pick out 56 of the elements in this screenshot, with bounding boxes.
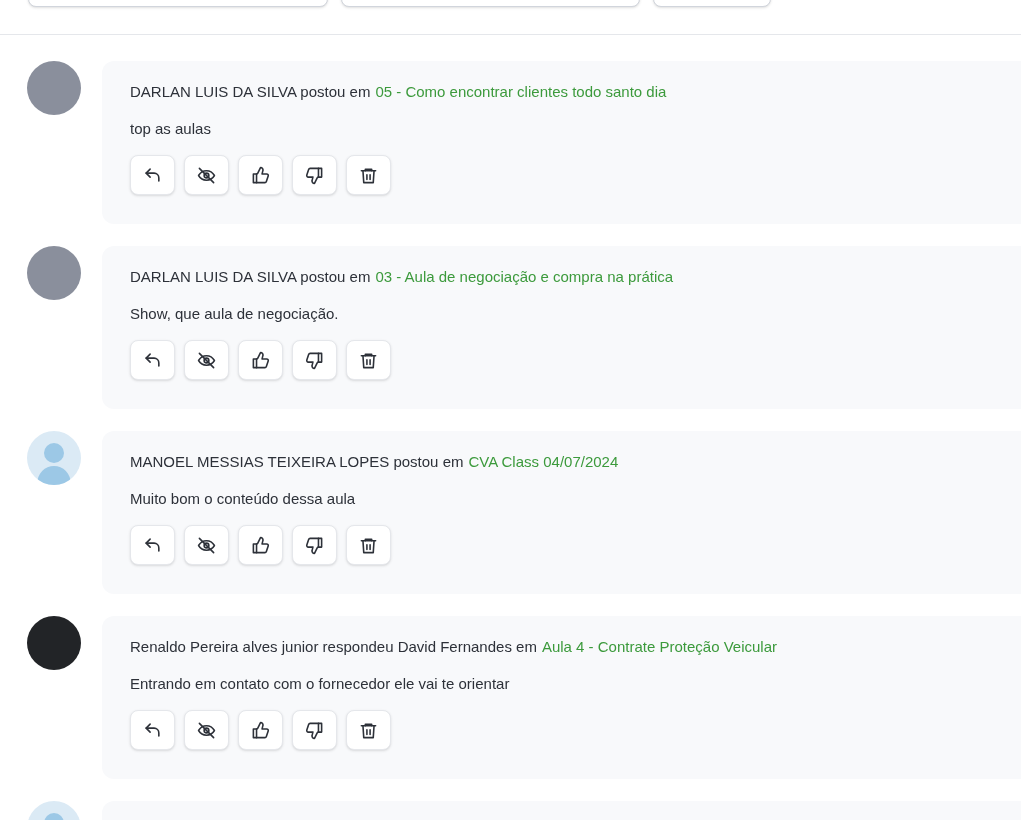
trash-icon [359,720,378,740]
reply-icon [143,720,162,740]
lesson-link[interactable]: CVA Class 04/07/2024 [468,451,619,473]
reply-button[interactable] [130,340,175,380]
trash-icon [359,535,378,555]
avatar-photo-placeholder [27,616,81,670]
eye-off-icon [197,720,216,740]
trash-icon [359,350,378,370]
eye-off-icon [197,165,216,185]
comment-text: Show, que aula de negociação. [130,304,339,324]
thumbs-up-icon [251,720,270,740]
delete-button[interactable] [346,340,391,380]
dislike-button[interactable] [292,340,337,380]
lesson-link[interactable]: Aula 4 - Contrate Proteção Veicular [541,636,778,658]
comment-byline: MANOEL MESSIAS TEIXEIRA LOPES postou em [130,452,464,472]
avatar-photo-placeholder [27,246,81,300]
like-button[interactable] [238,710,283,750]
comment-byline: DARLAN LUIS DA SILVA postou em [130,82,371,102]
thumbs-up-icon [251,165,270,185]
like-button[interactable] [238,525,283,565]
reply-icon [143,165,162,185]
delete-button[interactable] [346,710,391,750]
comment-text: Muito bom o conteúdo dessa aula [130,489,356,509]
hide-button[interactable] [184,340,229,380]
default-avatar [27,431,81,485]
reply-icon [143,350,162,370]
delete-button[interactable] [346,525,391,565]
thumbs-down-icon [305,720,324,740]
delete-button[interactable] [346,155,391,195]
dislike-button[interactable] [292,710,337,750]
lesson-link[interactable]: 03 - Aula de negociação e compra na prática [375,266,674,288]
comment-text: Entrando em contato com o fornecedor ele vai te orientar [130,674,510,694]
avatar-photo-placeholder [27,61,81,115]
hide-button[interactable] [184,155,229,195]
hide-button[interactable] [184,525,229,565]
thumbs-down-icon [305,350,324,370]
thumbs-up-icon [251,535,270,555]
lesson-link[interactable]: 05 - Como encontrar clientes todo santo dia [375,81,667,103]
reply-icon [143,535,162,555]
comment-text: top as aulas [130,119,211,139]
trash-icon [359,165,378,185]
thumbs-down-icon [305,165,324,185]
eye-off-icon [197,535,216,555]
dislike-button[interactable] [292,155,337,195]
hide-button[interactable] [184,710,229,750]
comment-byline: DARLAN LUIS DA SILVA postou em [130,267,371,287]
reply-button[interactable] [130,155,175,195]
like-button[interactable] [238,340,283,380]
dislike-button[interactable] [292,525,337,565]
thumbs-down-icon [305,535,324,555]
thumbs-up-icon [251,350,270,370]
like-button[interactable] [238,155,283,195]
comment-byline: Renaldo Pereira alves junior respondeu David Fernandes em [130,637,537,657]
reply-button[interactable] [130,525,175,565]
reply-button[interactable] [130,710,175,750]
eye-off-icon [197,350,216,370]
